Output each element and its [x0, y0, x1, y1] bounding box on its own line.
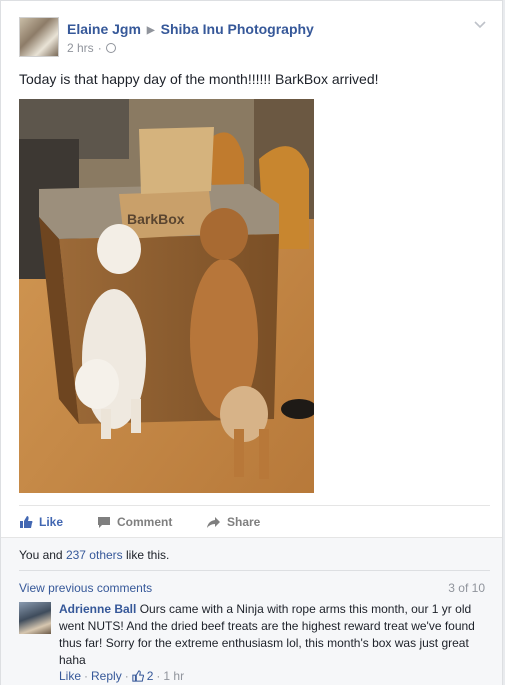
post-time[interactable]: 2 hrs: [67, 41, 94, 55]
comment-like-count[interactable]: 2: [147, 669, 154, 683]
page-name[interactable]: Shiba Inu Photography: [161, 21, 314, 37]
post-photo[interactable]: BarkBox: [19, 99, 314, 493]
like-button[interactable]: Like: [19, 515, 63, 529]
divider: [19, 570, 490, 571]
meta-separator: ·: [97, 41, 102, 55]
share-arrow-icon: [207, 516, 220, 528]
comment-separator: ·: [124, 669, 129, 683]
share-label: Share: [227, 515, 261, 529]
chevron-down-icon[interactable]: [472, 17, 488, 33]
like-label: Like: [39, 515, 64, 529]
likes-summary: You and 237 others like this.: [19, 548, 169, 562]
photo-image: BarkBox: [19, 99, 314, 493]
author-name[interactable]: Elaine Jgm: [67, 21, 141, 37]
comment-icon: [98, 516, 110, 528]
social-section: You and 237 others like this. View previ…: [1, 537, 502, 685]
post-byline: Elaine Jgm ▶ Shiba Inu Photography: [67, 21, 314, 37]
comment-item: Adrienne Ball Ours came with a Ninja wit…: [59, 601, 491, 669]
share-button[interactable]: Share: [206, 515, 260, 529]
thumbs-up-icon: [20, 516, 33, 528]
globe-icon: [105, 43, 116, 53]
comment-time[interactable]: 1 hr: [163, 669, 184, 683]
post-card: Elaine Jgm ▶ Shiba Inu Photography 2 hrs ·…: [0, 0, 503, 685]
comment-actions: Like · Reply · 2 · 1 hr: [59, 669, 184, 683]
photo-box-text: BarkBox: [127, 211, 185, 227]
likes-suffix: like this.: [122, 548, 170, 562]
view-previous-comments-link[interactable]: View previous comments: [19, 581, 152, 595]
triangle-right-icon: ▶: [146, 25, 155, 36]
comment-like-link[interactable]: Like: [59, 669, 81, 683]
comment-separator: ·: [84, 669, 89, 683]
comment-label: Comment: [117, 515, 173, 529]
post-meta: 2 hrs ·: [67, 41, 116, 55]
author-avatar[interactable]: [19, 17, 59, 57]
commenter-avatar[interactable]: [19, 602, 51, 634]
comment-author[interactable]: Adrienne Ball: [59, 602, 136, 616]
comment-reply-link[interactable]: Reply: [91, 669, 122, 683]
comment-button[interactable]: Comment: [97, 515, 172, 529]
likes-others-link[interactable]: 237 others: [66, 548, 123, 562]
post-actions: Like Comment Share: [19, 505, 490, 538]
likes-prefix: You and: [19, 548, 66, 562]
thumbs-up-icon: [132, 670, 144, 682]
post-text: Today is that happy day of the month!!!!…: [19, 71, 379, 87]
comment-separator: ·: [156, 669, 161, 683]
comment-count: 3 of 10: [448, 581, 485, 595]
post-header: Elaine Jgm ▶ Shiba Inu Photography 2 hrs ·: [19, 17, 490, 61]
